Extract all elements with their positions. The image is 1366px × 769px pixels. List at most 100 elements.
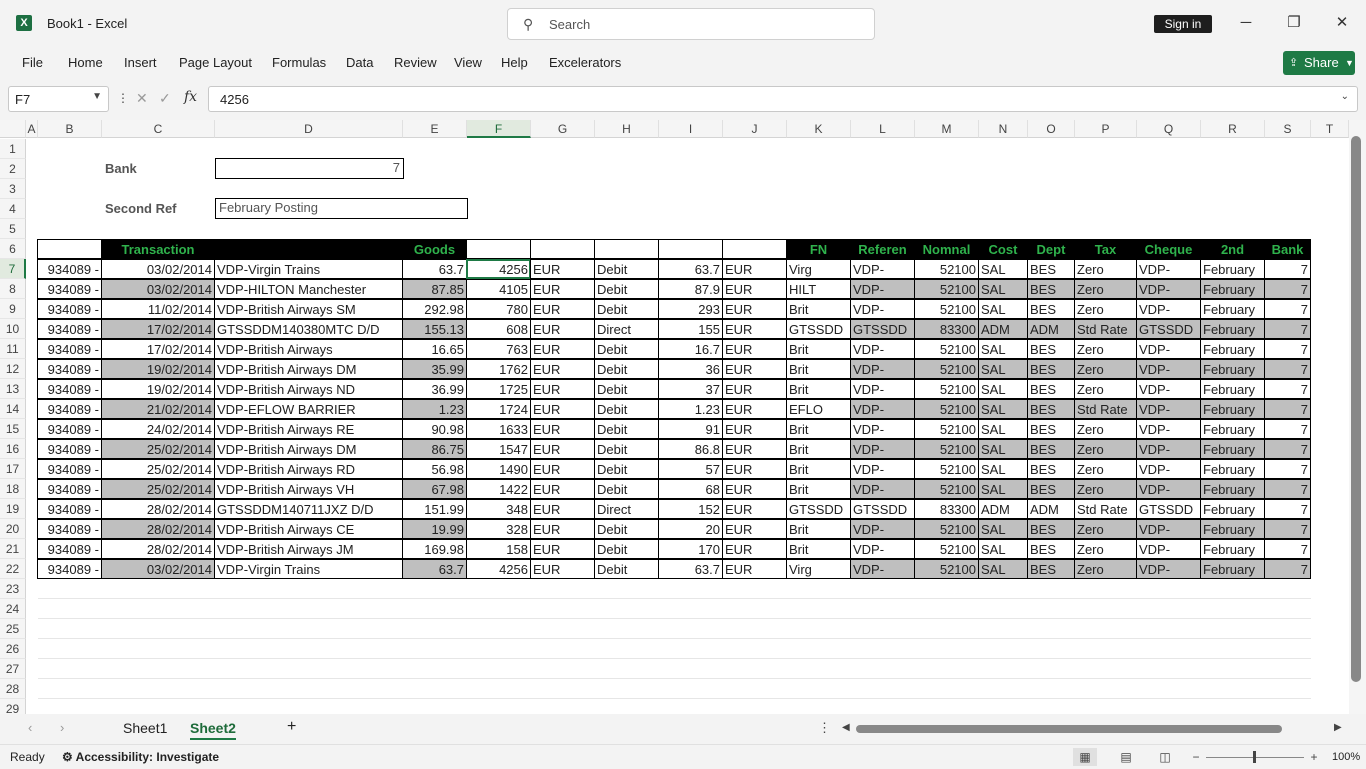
table-cell[interactable]: 934089 - [37, 259, 102, 279]
table-cell[interactable]: 934089 - [37, 359, 102, 379]
table-cell[interactable]: 52100 [914, 519, 979, 539]
table-header-cell[interactable]: Dept [1027, 239, 1075, 259]
table-cell[interactable]: GTSSDD [850, 319, 915, 339]
table-cell[interactable]: EUR [722, 399, 787, 419]
table-cell[interactable]: SAL [978, 379, 1028, 399]
table-cell[interactable]: 934089 - [37, 519, 102, 539]
table-cell[interactable]: VDP-British Airways ND [214, 379, 403, 399]
table-cell[interactable]: 7 [1264, 459, 1311, 479]
table-cell[interactable]: Zero [1074, 419, 1137, 439]
table-cell[interactable]: 24/02/2014 [101, 419, 215, 439]
table-header-cell[interactable]: Bank [1264, 239, 1311, 259]
table-cell[interactable]: VDP-British Airways DM [214, 439, 403, 459]
table-cell[interactable]: VDP- [1136, 259, 1201, 279]
table-cell[interactable]: Debit [594, 399, 659, 419]
table-cell[interactable]: 934089 - [37, 399, 102, 419]
table-cell[interactable]: 57 [658, 459, 723, 479]
table-cell[interactable]: 1422 [466, 479, 531, 499]
table-cell[interactable]: 158 [466, 539, 531, 559]
table-cell[interactable]: VDP-Virgin Trains [214, 259, 403, 279]
second-ref-input[interactable]: February Posting [215, 198, 468, 219]
table-cell[interactable]: 17/02/2014 [101, 339, 215, 359]
table-cell[interactable]: February [1200, 519, 1265, 539]
table-cell[interactable]: 03/02/2014 [101, 259, 215, 279]
row-header-2[interactable]: 2 [0, 159, 26, 179]
table-cell[interactable]: February [1200, 539, 1265, 559]
table-cell[interactable]: 934089 - [37, 439, 102, 459]
minimize-icon[interactable]: ─ [1235, 12, 1257, 34]
table-cell[interactable]: 328 [466, 519, 531, 539]
more-options-icon[interactable]: ⋮ [117, 91, 129, 105]
table-cell[interactable]: SAL [978, 279, 1028, 299]
table-cell[interactable]: ADM [978, 499, 1028, 519]
table-cell[interactable]: 37 [658, 379, 723, 399]
zoom-slider-knob[interactable] [1253, 751, 1256, 763]
tab-sheet1[interactable]: Sheet1 [123, 720, 167, 736]
table-cell[interactable]: 1.23 [658, 399, 723, 419]
table-cell[interactable]: 67.98 [402, 479, 467, 499]
table-cell[interactable]: 1.23 [402, 399, 467, 419]
table-cell[interactable]: 16.65 [402, 339, 467, 359]
page-break-view-icon[interactable]: ◫ [1153, 748, 1177, 766]
table-cell[interactable]: 35.99 [402, 359, 467, 379]
table-cell[interactable]: 52100 [914, 419, 979, 439]
table-cell[interactable]: VDP-British Airways CE [214, 519, 403, 539]
table-cell[interactable]: Zero [1074, 339, 1137, 359]
row-header-18[interactable]: 18 [0, 479, 26, 499]
table-cell[interactable]: VDP-British Airways DM [214, 359, 403, 379]
table-cell[interactable]: BES [1027, 419, 1075, 439]
table-cell[interactable]: 1547 [466, 439, 531, 459]
table-cell[interactable]: VDP- [1136, 439, 1201, 459]
accessibility-status[interactable]: ⚙ Accessibility: Investigate [62, 750, 219, 764]
table-cell[interactable]: Brit [786, 339, 851, 359]
table-cell[interactable]: 63.7 [402, 259, 467, 279]
table-cell[interactable]: 19.99 [402, 519, 467, 539]
table-cell[interactable]: Debit [594, 379, 659, 399]
table-cell[interactable]: VDP- [1136, 419, 1201, 439]
row-header-11[interactable]: 11 [0, 339, 26, 359]
table-cell[interactable]: Zero [1074, 439, 1137, 459]
table-cell[interactable]: VDP- [850, 399, 915, 419]
table-cell[interactable]: February [1200, 339, 1265, 359]
active-cell-f7[interactable]: 4256 [466, 259, 531, 279]
table-cell[interactable]: February [1200, 559, 1265, 579]
table-cell[interactable]: 7 [1264, 439, 1311, 459]
table-cell[interactable]: 7 [1264, 519, 1311, 539]
table-cell[interactable]: February [1200, 259, 1265, 279]
table-cell[interactable]: EUR [722, 279, 787, 299]
table-cell[interactable]: EUR [722, 479, 787, 499]
table-cell[interactable]: VDP-British Airways JM [214, 539, 403, 559]
add-sheet-icon[interactable]: + [287, 718, 296, 736]
name-box[interactable]: F7 ▼ [8, 86, 109, 112]
table-cell[interactable]: VDP- [1136, 379, 1201, 399]
table-cell[interactable]: 83300 [914, 499, 979, 519]
share-button[interactable]: ⇪ Share ▼ [1283, 51, 1355, 75]
row-header-28[interactable]: 28 [0, 679, 26, 699]
table-cell[interactable]: VDP- [850, 379, 915, 399]
table-cell[interactable]: EUR [530, 459, 595, 479]
table-cell[interactable]: BES [1027, 559, 1075, 579]
table-cell[interactable]: EUR [722, 519, 787, 539]
table-cell[interactable]: Zero [1074, 279, 1137, 299]
table-cell[interactable]: ADM [978, 319, 1028, 339]
table-cell[interactable]: 52100 [914, 259, 979, 279]
sign-in-button[interactable]: Sign in [1154, 15, 1212, 33]
table-cell[interactable]: 7 [1264, 479, 1311, 499]
table-cell[interactable]: 16.7 [658, 339, 723, 359]
table-cell[interactable]: EUR [722, 439, 787, 459]
row-header-24[interactable]: 24 [0, 599, 26, 619]
table-cell[interactable]: EUR [722, 299, 787, 319]
table-cell[interactable]: BES [1027, 439, 1075, 459]
table-cell[interactable]: 36 [658, 359, 723, 379]
zoom-level[interactable]: 100% [1332, 751, 1360, 763]
table-cell[interactable]: VDP- [1136, 359, 1201, 379]
table-cell[interactable]: BES [1027, 299, 1075, 319]
vertical-scroll-thumb[interactable] [1351, 136, 1361, 682]
restore-icon[interactable]: ❐ [1283, 12, 1305, 34]
column-header-f[interactable]: F [467, 120, 531, 138]
table-cell[interactable]: EUR [530, 339, 595, 359]
column-header-b[interactable]: B [38, 120, 102, 138]
table-cell[interactable]: 52100 [914, 339, 979, 359]
select-all-corner[interactable] [0, 120, 26, 138]
table-cell[interactable]: Direct [594, 499, 659, 519]
